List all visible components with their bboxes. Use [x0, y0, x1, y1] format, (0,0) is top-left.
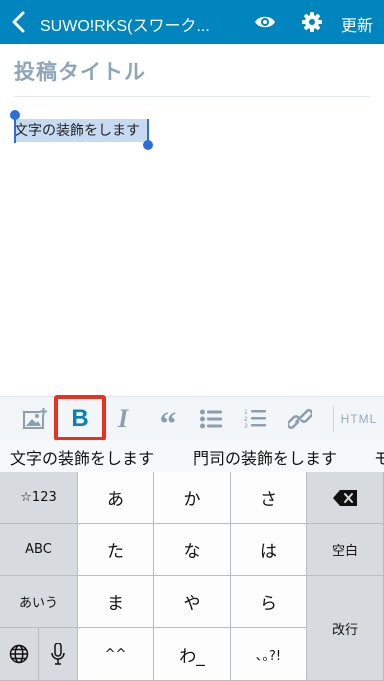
italic-button[interactable]: I	[106, 397, 140, 441]
svg-text:2: 2	[244, 416, 248, 423]
top-bar: SUWO!RKS(スワーク... 更新	[0, 0, 384, 44]
settings-gear-icon[interactable]	[302, 12, 322, 32]
selection-start-knob[interactable]	[10, 110, 20, 120]
kana-mode-key[interactable]: あいう	[0, 576, 78, 628]
preview-eye-icon[interactable]	[254, 12, 276, 32]
selected-body-text[interactable]: 文字の装飾をします	[14, 120, 140, 140]
insert-link-button[interactable]	[284, 397, 316, 441]
italic-label: I	[117, 404, 129, 433]
kana-key-sa[interactable]: さ	[231, 472, 307, 524]
post-title-input[interactable]: 投稿タイトル	[14, 56, 146, 86]
kana-keyboard: ☆123 あ か さ ABC た な は 空白 あいう ま や ら 改行 ^^ …	[0, 472, 384, 681]
backspace-key[interactable]	[307, 472, 384, 524]
unordered-list-icon	[200, 409, 222, 429]
numbers-mode-key[interactable]: ☆123	[0, 472, 78, 524]
image-icon	[23, 408, 47, 429]
prediction-candidate[interactable]: モ	[374, 445, 384, 469]
update-button[interactable]: 更新	[341, 12, 373, 36]
alphabet-mode-key[interactable]: ABC	[0, 524, 78, 576]
link-icon	[288, 409, 312, 429]
blockquote-button[interactable]: “	[150, 397, 186, 443]
return-key[interactable]: 改行	[307, 576, 384, 681]
kana-key-ha[interactable]: は	[231, 524, 307, 576]
selection-end-knob[interactable]	[143, 140, 153, 150]
kana-key-ma[interactable]: ま	[78, 576, 154, 628]
kana-key-a[interactable]: あ	[78, 472, 154, 524]
predictive-text-bar: 文字の装飾をします 門司の装飾をします モ	[0, 440, 384, 472]
punctuation-key[interactable]: ､｡?!	[231, 628, 307, 681]
globe-key[interactable]	[0, 628, 39, 681]
kana-key-ka[interactable]: か	[154, 472, 231, 524]
ordered-list-button[interactable]: 1 2 3	[240, 397, 270, 441]
space-key[interactable]: 空白	[307, 524, 384, 576]
html-label: HTML	[340, 412, 378, 426]
svg-text:3: 3	[244, 423, 248, 430]
title-divider	[14, 96, 370, 97]
insert-image-button[interactable]	[18, 397, 52, 441]
site-title[interactable]: SUWO!RKS(スワーク...	[40, 12, 210, 36]
quote-icon: “	[159, 406, 177, 443]
unordered-list-button[interactable]	[196, 397, 226, 441]
microphone-icon	[51, 643, 65, 665]
kana-key-ta[interactable]: た	[78, 524, 154, 576]
kana-key-ra[interactable]: ら	[231, 576, 307, 628]
html-mode-button[interactable]: HTML	[338, 397, 380, 441]
dictation-key[interactable]	[39, 628, 78, 681]
kana-key-wa[interactable]: わ_	[154, 628, 231, 681]
globe-icon	[9, 644, 29, 664]
prediction-candidate[interactable]: 門司の装飾をします	[193, 445, 337, 469]
svg-text:1: 1	[244, 409, 248, 416]
backspace-icon	[333, 489, 357, 506]
toolbar-divider	[333, 406, 334, 432]
bold-button-highlight	[54, 395, 106, 441]
post-body-editor[interactable]	[0, 98, 384, 396]
dakuten-key[interactable]: ^^	[78, 628, 154, 681]
prediction-candidate[interactable]: 文字の装飾をします	[10, 445, 154, 469]
ordered-list-icon: 1 2 3	[244, 409, 266, 430]
kana-key-ya[interactable]: や	[154, 576, 231, 628]
kana-key-na[interactable]: な	[154, 524, 231, 576]
back-chevron-icon[interactable]	[8, 10, 30, 34]
